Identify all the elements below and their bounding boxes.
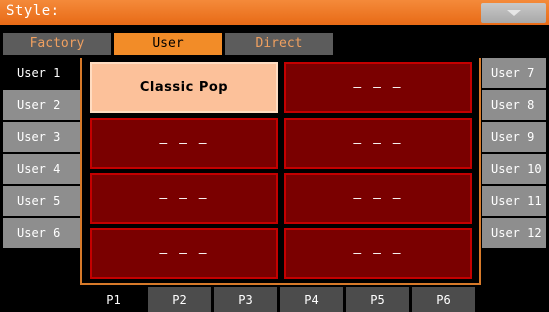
bank-user-7[interactable]: User 7 <box>482 58 546 88</box>
tab-user[interactable]: User <box>114 33 222 55</box>
bank-user-5[interactable]: User 5 <box>3 186 81 216</box>
bank-user-1[interactable]: User 1 <box>3 58 81 88</box>
page-tab-p6[interactable]: P6 <box>412 287 475 312</box>
bank-user-9[interactable]: User 9 <box>482 122 546 152</box>
bank-user-11[interactable]: User 11 <box>482 186 546 216</box>
style-slot-4[interactable]: — — — <box>284 118 472 169</box>
title-bar: Style: <box>0 0 549 25</box>
bank-user-4[interactable]: User 4 <box>3 154 81 184</box>
page-tab-p5[interactable]: P5 <box>346 287 409 312</box>
style-slot-2[interactable]: — — — <box>284 62 472 113</box>
source-tabs: Factory User Direct <box>0 25 549 55</box>
menu-dropdown-button[interactable] <box>481 3 546 23</box>
page-tab-p4[interactable]: P4 <box>280 287 343 312</box>
style-slot-5[interactable]: — — — <box>90 173 278 224</box>
style-slot-8[interactable]: — — — <box>284 228 472 279</box>
bank-user-2[interactable]: User 2 <box>3 90 81 120</box>
page-title: Style: <box>6 3 60 19</box>
bank-user-6[interactable]: User 6 <box>3 218 81 248</box>
bank-user-8[interactable]: User 8 <box>482 90 546 120</box>
page-tab-p2[interactable]: P2 <box>148 287 211 312</box>
tab-factory[interactable]: Factory <box>3 33 111 55</box>
page-tab-p3[interactable]: P3 <box>214 287 277 312</box>
page-tabs: P1 P2 P3 P4 P5 P6 <box>80 283 481 312</box>
style-slot-3[interactable]: — — — <box>90 118 278 169</box>
bank-user-3[interactable]: User 3 <box>3 122 81 152</box>
bank-user-12[interactable]: User 12 <box>482 218 546 248</box>
style-slot-7[interactable]: — — — <box>90 228 278 279</box>
page-tab-p1[interactable]: P1 <box>82 287 145 312</box>
style-slot-grid: Classic Pop — — — — — — — — — — — — — — … <box>90 62 472 282</box>
bank-list-left: User 1 User 2 User 3 User 4 User 5 User … <box>3 58 81 250</box>
chevron-down-icon <box>507 10 521 16</box>
bank-list-right: User 7 User 8 User 9 User 10 User 11 Use… <box>482 58 546 250</box>
style-slot-6[interactable]: — — — <box>284 173 472 224</box>
bank-user-10[interactable]: User 10 <box>482 154 546 184</box>
style-slot-1[interactable]: Classic Pop <box>90 62 278 113</box>
tab-direct[interactable]: Direct <box>225 33 333 55</box>
